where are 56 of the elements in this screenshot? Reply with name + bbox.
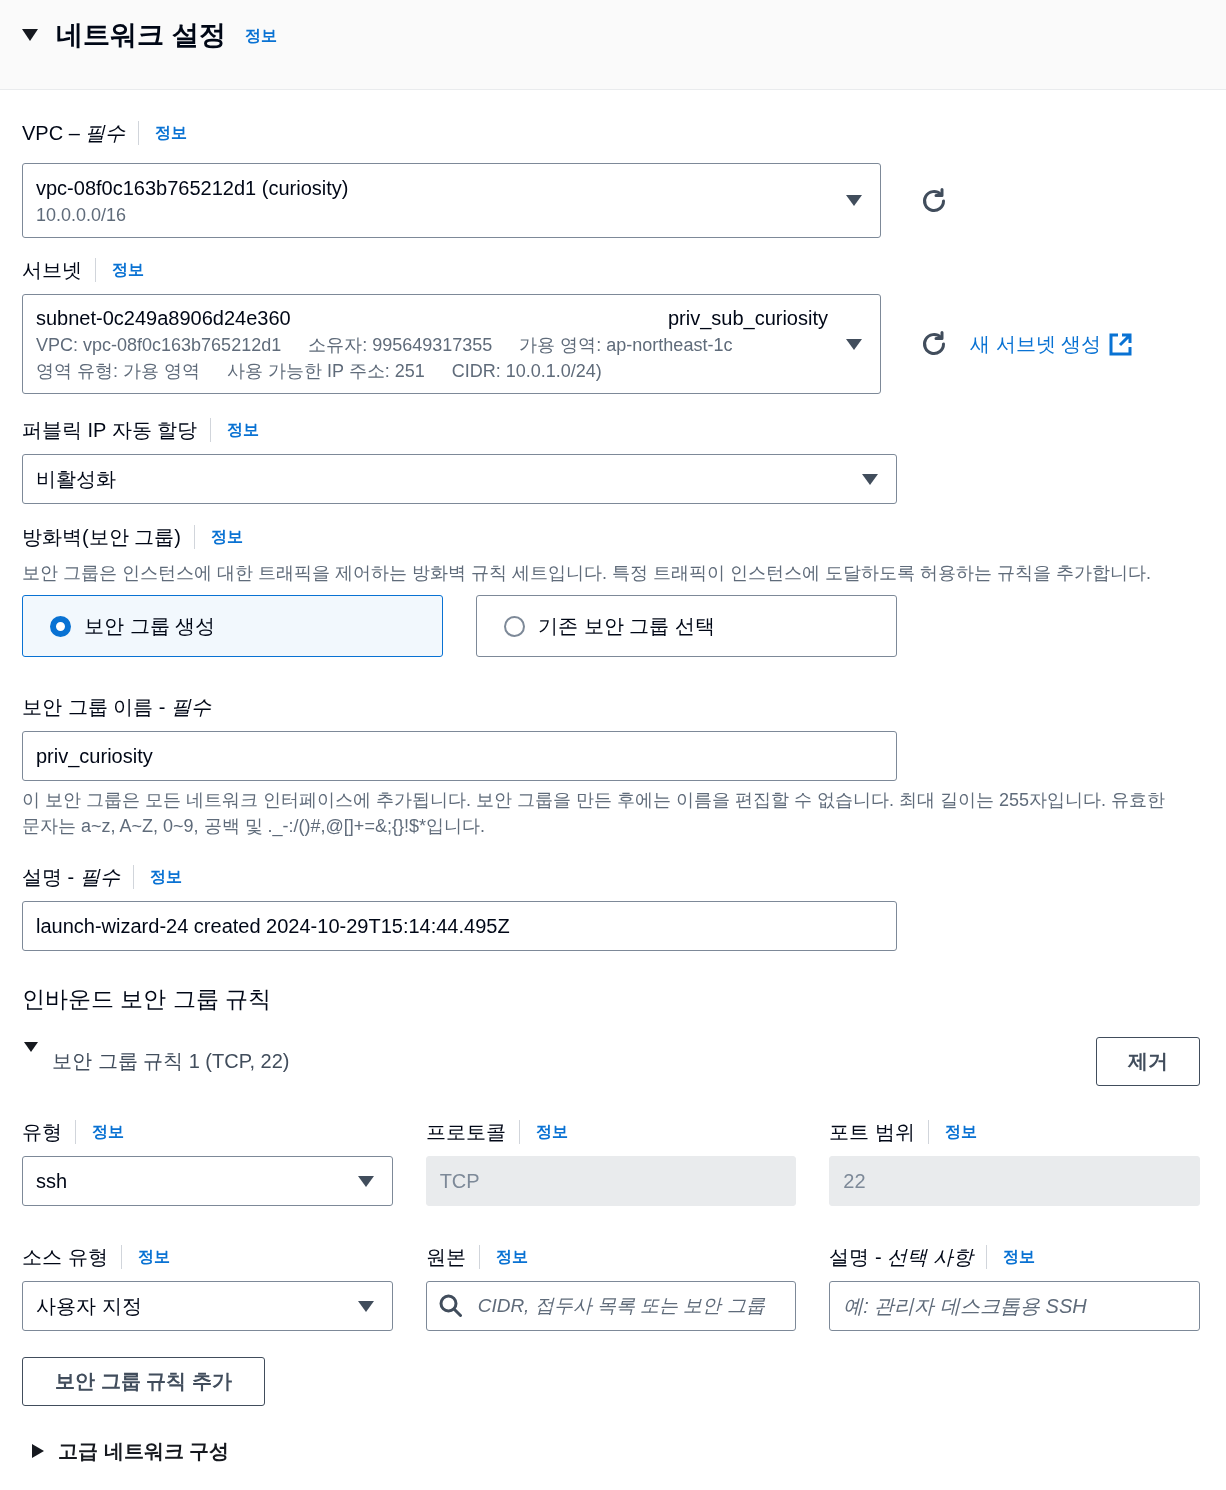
external-link-icon bbox=[1109, 332, 1133, 356]
caret-down-icon bbox=[862, 473, 878, 485]
dropdown[interactable]: 사용자 지정 bbox=[22, 1281, 393, 1331]
info-link[interactable]: 정보 bbox=[227, 415, 260, 445]
advanced-toggle[interactable]: 고급 네트워크 구성 bbox=[22, 1436, 230, 1466]
field-label: 방화벽(보안 그룹) bbox=[22, 525, 181, 550]
text-input[interactable]: 예: 관리자 데스크톱용 SSH bbox=[829, 1281, 1200, 1331]
remove-button[interactable]: 제거 bbox=[1096, 1037, 1200, 1086]
vpc-dropdown[interactable]: vpc-08f0c163b765212d1 (curiosity) 10.0.0.0/16 bbox=[22, 163, 881, 238]
info-link[interactable]: 정보 bbox=[210, 522, 243, 552]
field-label: 설명 - 선택 사항 bbox=[829, 1245, 973, 1270]
info-link[interactable]: 정보 bbox=[1002, 1242, 1035, 1272]
create-subnet-link[interactable]: 새 서브넷 생성 bbox=[970, 330, 1133, 358]
caret-down-icon bbox=[846, 338, 862, 350]
refresh-icon[interactable] bbox=[920, 186, 948, 215]
info-link[interactable]: 정보 bbox=[155, 118, 188, 148]
radio-option[interactable]: 기존 보안 그룹 선택 bbox=[476, 595, 897, 657]
field-label: 원본 bbox=[425, 1245, 466, 1270]
radio-button-icon bbox=[504, 615, 525, 637]
caret-down-icon bbox=[846, 195, 862, 206]
info-link[interactable]: 정보 bbox=[137, 1242, 170, 1272]
info-link[interactable]: 정보 bbox=[244, 21, 277, 51]
field-label: 서브넷 bbox=[22, 258, 82, 283]
text-input[interactable]: priv_curiosity bbox=[22, 731, 897, 781]
info-link[interactable]: 정보 bbox=[92, 1117, 124, 1147]
add-rule-button[interactable]: 보안 그룹 규칙 추가 bbox=[22, 1357, 265, 1406]
refresh-icon[interactable] bbox=[920, 330, 948, 358]
radio-button-icon bbox=[50, 615, 71, 637]
info-link[interactable]: 정보 bbox=[112, 255, 144, 285]
field-label: 퍼블릭 IP 자동 할당 bbox=[22, 418, 198, 443]
radio-option[interactable]: 보안 그룹 생성 bbox=[22, 595, 443, 657]
field-label: 보안 그룹 이름 - 필수 bbox=[22, 695, 211, 720]
text-input[interactable]: launch-wizard-24 created 2024-10-29T15:14:44.495Z bbox=[22, 901, 897, 951]
section-heading: 인바운드 보안 그룹 규칙 bbox=[22, 985, 273, 1014]
section-title: 네트워크 설정 bbox=[56, 19, 226, 52]
public-ip-dropdown[interactable]: 비활성화 bbox=[22, 454, 897, 504]
search-field[interactable]: CIDR, 접두사 목록 또는 보안 그룹 bbox=[425, 1281, 797, 1331]
search-icon bbox=[438, 1294, 462, 1317]
field-label: 포트 범위 bbox=[829, 1120, 915, 1145]
caret-down-icon bbox=[357, 1175, 374, 1187]
info-link[interactable]: 정보 bbox=[149, 862, 182, 892]
info-link[interactable]: 정보 bbox=[495, 1242, 528, 1272]
field-label: VPC – 필수 bbox=[22, 121, 126, 146]
field-label: 소스 유형 bbox=[22, 1245, 108, 1270]
rule-toggle[interactable]: 보안 그룹 규칙 1 (TCP, 22) bbox=[22, 1037, 290, 1076]
caret-down-icon[interactable] bbox=[22, 29, 38, 41]
caret-right-icon[interactable] bbox=[32, 1444, 44, 1458]
dropdown[interactable]: ssh bbox=[22, 1156, 393, 1206]
field-label: 설명 - 필수 bbox=[22, 865, 120, 890]
caret-down-icon bbox=[357, 1300, 374, 1312]
caret-down-icon[interactable] bbox=[24, 1042, 38, 1052]
subnet-dropdown[interactable]: subnet-0c249a8906d24e360 priv_sub_curiosity VPC: vpc-08f0c163b765212d1 소유자: 995649317355 가용 영역: ap-northeast-1c 영역 유형: 가용 영역 사용 가능한 IP 주소: 251 CIDR: 10.0.1.0/24) bbox=[22, 294, 881, 394]
help-text: 이 보안 그룹은 모든 네트워크 인터페이스에 추가됩니다. 보안 그룹을 만든 후에는 이름을 편집할 수 없습니다. 최대 길이는 255자입니다. 유효한 문자는 a~z, A~Z, 0~9, 공백 및 ._-:/()#,@[]+=&;{}!$*입니다. bbox=[22, 789, 1167, 839]
field-label: 프로토콜 bbox=[425, 1120, 506, 1145]
description-text: 보안 그룹은 인스턴스에 대한 트래픽을 제어하는 방화벽 규칙 세트입니다. 특정 트래픽이 인스턴스에 도달하도록 허용하는 규칙을 추가합니다. bbox=[22, 562, 1153, 585]
field-label: 유형 bbox=[22, 1120, 62, 1145]
